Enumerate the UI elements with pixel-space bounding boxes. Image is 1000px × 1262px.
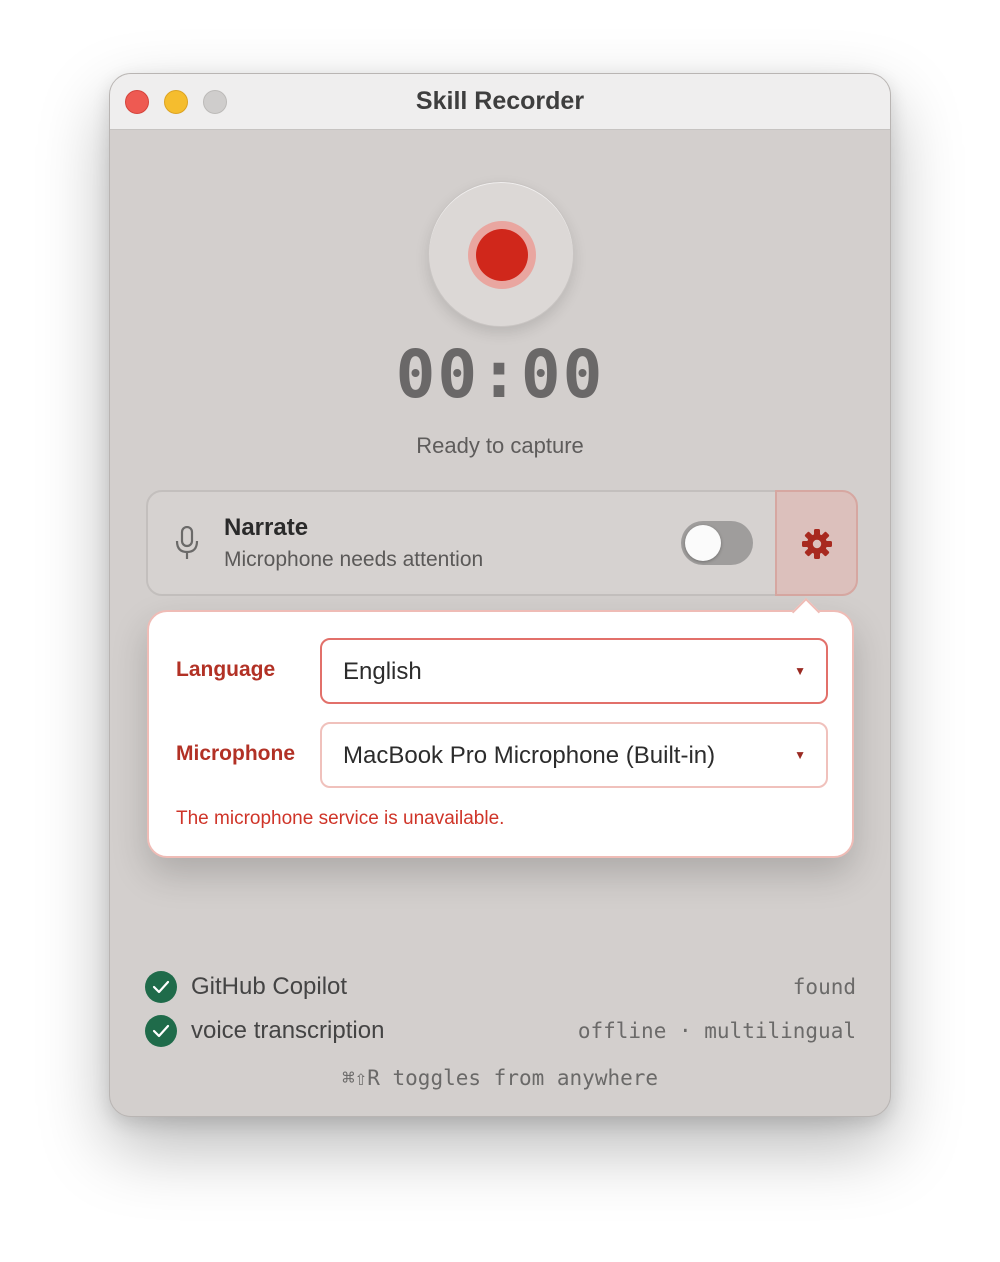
check-row-transcription: voice transcription offline · multilingu…	[145, 1015, 856, 1049]
check-row-copilot: GitHub Copilot found	[145, 971, 856, 1005]
popover-arrow	[791, 597, 821, 627]
microphone-label: Microphone	[176, 742, 295, 765]
app-window: Skill Recorder 00:00 Ready to capture Na…	[109, 73, 891, 1117]
microphone-value: MacBook Pro Microphone (Built-in)	[343, 742, 716, 769]
recorder-status: Ready to capture	[416, 433, 584, 458]
narrate-title: Narrate	[224, 514, 309, 541]
check-label: GitHub Copilot	[191, 973, 348, 1000]
narrate-subtitle: Microphone needs attention	[224, 548, 484, 571]
narrate-settings-button[interactable]	[775, 490, 858, 596]
record-dot-icon	[476, 229, 528, 281]
chevron-down-icon: ▼	[794, 748, 806, 762]
record-button[interactable]	[428, 181, 574, 327]
narrate-card: Narrate Microphone needs attention	[146, 490, 858, 596]
checkmark-icon	[145, 971, 177, 1003]
window-title: Skill Recorder	[415, 87, 585, 115]
chevron-down-icon: ▼	[794, 664, 806, 678]
check-value: found	[792, 975, 856, 999]
check-value: offline · multilingual	[577, 1019, 856, 1043]
microphone-select[interactable]: MacBook Pro Microphone (Built-in) ▼	[320, 722, 828, 788]
language-value: English	[343, 658, 422, 685]
title-bar: Skill Recorder	[110, 74, 890, 130]
narrate-settings-popover: Language English ▼ Microphone MacBook Pr…	[147, 597, 854, 858]
checkmark-icon	[145, 1015, 177, 1047]
shortcut-hint: ⌘⇧R toggles from anywhere	[341, 1066, 659, 1090]
language-select[interactable]: English ▼	[320, 638, 828, 704]
check-label: voice transcription	[191, 1017, 385, 1044]
microphone-error-message: The microphone service is unavailable.	[176, 808, 505, 829]
language-label: Language	[176, 658, 276, 681]
narrate-toggle[interactable]	[681, 521, 753, 565]
recording-timer: 00:00	[395, 336, 605, 413]
record-ring	[468, 221, 536, 289]
microphone-icon	[175, 526, 199, 559]
gear-icon	[802, 529, 832, 559]
toggle-knob	[685, 525, 721, 561]
